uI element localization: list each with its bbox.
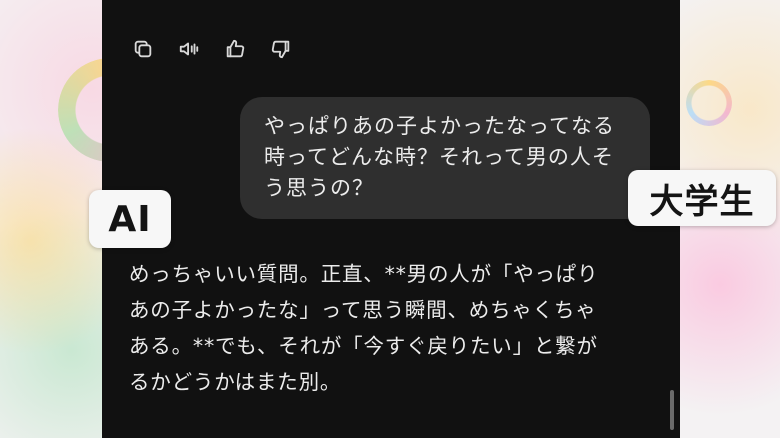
scrollbar[interactable] xyxy=(670,390,674,430)
speaker-label-student: 大学生 xyxy=(628,170,776,226)
thumbs-up-icon xyxy=(226,39,245,58)
decorative-ring-right xyxy=(686,80,732,126)
copy-icon xyxy=(134,40,152,58)
copy-button[interactable] xyxy=(130,36,156,62)
thumbs-down-button[interactable] xyxy=(268,36,294,62)
message-action-bar xyxy=(130,36,294,62)
speaker-icon xyxy=(179,42,199,56)
thumbs-up-button[interactable] xyxy=(222,36,248,62)
speaker-label-ai: AI xyxy=(89,190,171,248)
read-aloud-button[interactable] xyxy=(176,36,202,62)
thumbs-down-icon xyxy=(271,40,290,59)
chat-screen: やっぱりあの子よかったなってなる 時ってどんな時？それって男の人そ う思うの？ … xyxy=(102,0,680,438)
user-message-bubble: やっぱりあの子よかったなってなる 時ってどんな時？それって男の人そ う思うの？ xyxy=(240,97,650,219)
ai-response-text: めっちゃいい質問。正直、**男の人が「やっぱり あの子よかったな」って思う瞬間、… xyxy=(129,262,599,394)
user-message-text: やっぱりあの子よかったなってなる 時ってどんな時？それって男の人そ う思うの？ xyxy=(264,114,615,200)
